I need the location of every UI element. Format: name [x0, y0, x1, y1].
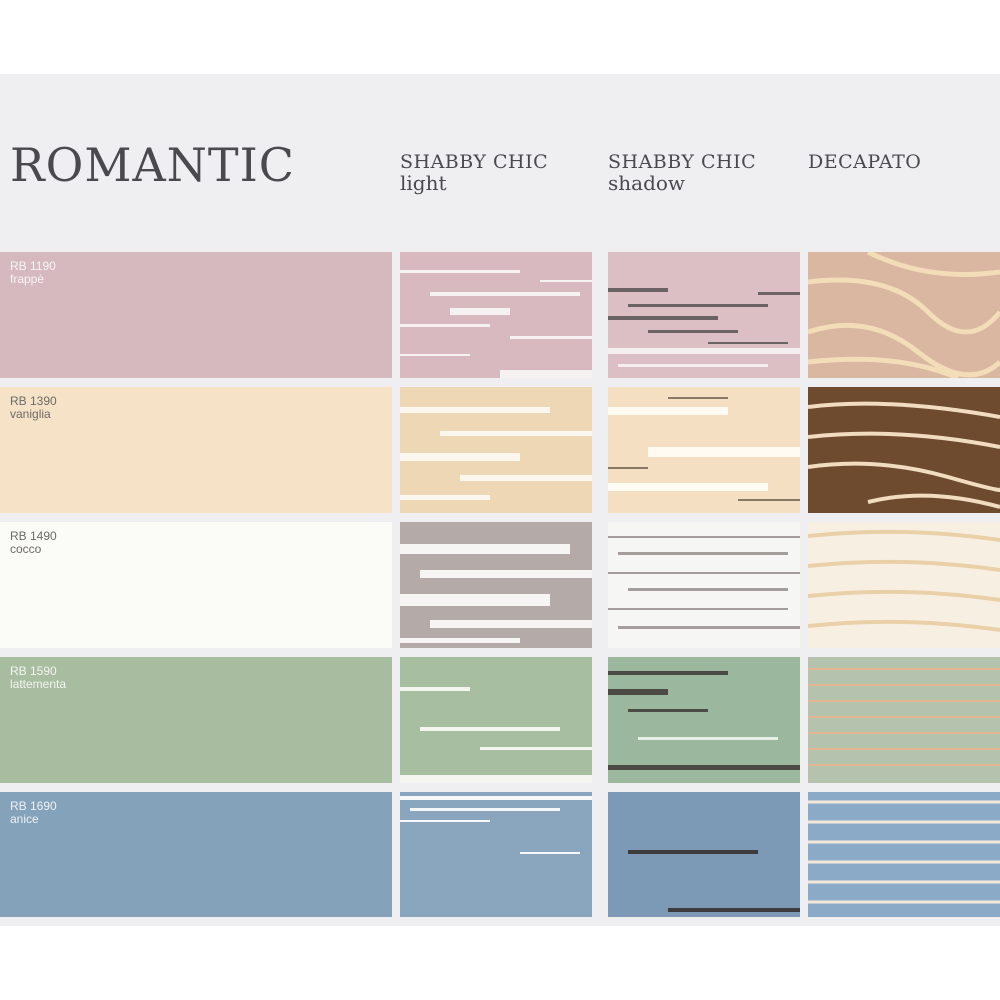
- swatch-frappe-shabby-light: [400, 252, 592, 378]
- color-label: RB 1390 vaniglia: [10, 395, 57, 421]
- column-heading-line1: SHABBY CHIC: [400, 151, 549, 173]
- color-name: cocco: [10, 542, 42, 556]
- swatch-anice-decapato: [808, 792, 1000, 917]
- color-label: RB 1590 lattementa: [10, 665, 66, 691]
- column-heading-line1: DECAPATO: [808, 151, 922, 173]
- swatch-cocco-shabby-light: [400, 522, 592, 648]
- swatch-anice-shabby-shadow: [608, 792, 800, 917]
- swatch-vaniglia-shabby-shadow: [608, 387, 800, 513]
- swatch-cocco-shabby-shadow: [608, 522, 800, 648]
- color-name: lattementa: [10, 677, 67, 691]
- column-heading-shabby-light: SHABBY CHIC light: [400, 152, 548, 194]
- swatch-vaniglia-decapato: [808, 387, 1000, 513]
- swatch-lattementa-shabby-shadow: [608, 657, 800, 783]
- swatch-cocco-plain: RB 1490 cocco: [0, 522, 392, 648]
- color-label: RB 1490 cocco: [10, 530, 57, 556]
- column-heading-line2: shadow: [608, 171, 686, 195]
- swatch-frappe-shabby-shadow: [608, 252, 800, 378]
- swatch-lattementa-plain: RB 1590 lattementa: [0, 657, 392, 783]
- column-heading-line1: SHABBY CHIC: [608, 151, 757, 173]
- column-heading-line2: light: [400, 171, 447, 195]
- swatch-lattementa-shabby-light: [400, 657, 592, 783]
- swatch-frappe-plain: RB 1190 frappè: [0, 252, 392, 378]
- swatch-vaniglia-shabby-light: [400, 387, 592, 513]
- swatch-cocco-decapato: [808, 522, 1000, 648]
- color-label: RB 1190 frappè: [10, 260, 56, 286]
- color-name: frappè: [10, 272, 45, 286]
- color-name: vaniglia: [10, 407, 51, 421]
- swatch-anice-shabby-light: [400, 792, 592, 917]
- column-heading-decapato: DECAPATO: [808, 152, 921, 173]
- swatch-frappe-decapato: [808, 252, 1000, 378]
- color-name: anice: [10, 812, 39, 826]
- swatch-lattementa-decapato: [808, 657, 1000, 783]
- color-label: RB 1690 anice: [10, 800, 57, 826]
- collection-title: ROMANTIC: [10, 138, 295, 192]
- swatch-vaniglia-plain: RB 1390 vaniglia: [0, 387, 392, 513]
- column-heading-shabby-shadow: SHABBY CHIC shadow: [608, 152, 756, 194]
- swatch-anice-plain: RB 1690 anice: [0, 792, 392, 917]
